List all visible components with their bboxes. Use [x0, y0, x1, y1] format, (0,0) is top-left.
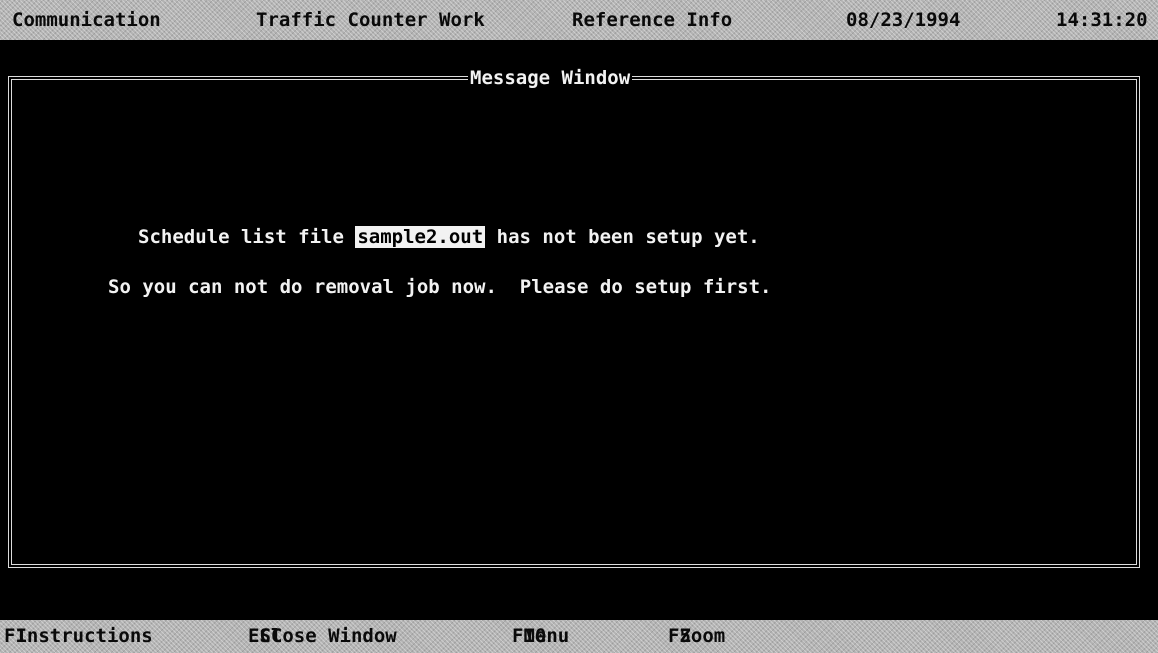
message-text-prefix: Schedule list file — [138, 226, 356, 248]
zoom-key-f5[interactable]: F5 Zoom — [668, 620, 725, 653]
filename-highlight: sample2.out — [355, 226, 486, 248]
close-window-key-esc[interactable]: ESC Close Window — [248, 620, 397, 653]
menu-item-communication[interactable]: Communication — [12, 0, 161, 40]
key-action: Close Window — [259, 625, 397, 647]
key-action: Menu — [523, 625, 570, 647]
menu-bar: Communication Traffic Counter Work Refer… — [0, 0, 1158, 40]
message-window — [8, 76, 1140, 568]
key-action: Instructions — [15, 625, 153, 647]
status-bar: F1 Instructions ESC Close Window F10 Men… — [0, 620, 1158, 653]
help-key-f1[interactable]: F1 Instructions — [4, 620, 153, 653]
window-title: Message Window — [468, 67, 633, 89]
menu-item-reference-info[interactable]: Reference Info — [572, 0, 732, 40]
message-line-1: Schedule list file sample2.out has not b… — [138, 224, 760, 250]
message-text-suffix: has not been setup yet. — [485, 226, 760, 248]
date-display: 08/23/1994 — [846, 9, 961, 31]
time-display: 14:31:20 — [1056, 9, 1148, 31]
menu-key-f10[interactable]: F10 Menu — [512, 620, 569, 653]
key-action: Zoom — [679, 625, 726, 647]
message-line-2: So you can not do removal job now. Pleas… — [108, 276, 772, 298]
menu-item-traffic-counter-work[interactable]: Traffic Counter Work — [256, 0, 485, 40]
